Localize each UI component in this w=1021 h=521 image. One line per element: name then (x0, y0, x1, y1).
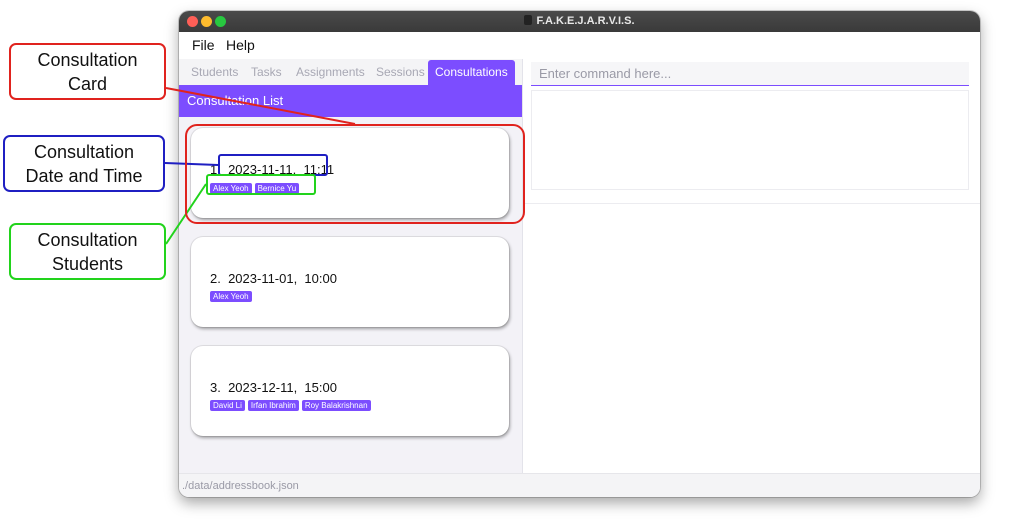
callout-line: Students (51, 253, 124, 274)
consultation-students-callout: Consultation Students (9, 223, 166, 280)
consultation-datetime: 3. 2023-12-11, 15:00 (210, 380, 337, 395)
student-tag: David Li (210, 400, 245, 411)
title-bar: F.A.K.E.J.A.R.V.I.S. (179, 11, 980, 32)
student-tags: Alex Yeoh (210, 286, 255, 304)
app-window: F.A.K.E.J.A.R.V.I.S. File Help Students … (179, 11, 980, 497)
tab-bar: Students Tasks Assignments Sessions Cons… (179, 59, 522, 85)
student-tag: Roy Balakrishnan (301, 400, 371, 411)
tab-tasks[interactable]: Tasks (251, 65, 282, 79)
callout-line: Consultation (37, 229, 138, 250)
tab-assignments[interactable]: Assignments (296, 65, 365, 79)
menu-file[interactable]: File (192, 37, 215, 53)
students-highlight-box (206, 174, 316, 195)
consultation-card[interactable]: 2. 2023-11-01, 10:00 Alex Yeoh (191, 237, 509, 327)
window-title: F.A.K.E.J.A.R.V.I.S. (536, 15, 635, 27)
tab-sessions[interactable]: Sessions (376, 65, 425, 79)
status-bar: ./data/addressbook.json (179, 473, 980, 497)
consultation-datetime-callout: Consultation Date and Time (3, 135, 165, 192)
student-tags: David Li Irfan Ibrahim Roy Balakrishnan (210, 395, 374, 413)
command-input[interactable] (531, 62, 969, 86)
callout-line: Consultation (37, 49, 138, 70)
callout-line: Card (67, 73, 107, 94)
tab-consultations[interactable]: Consultations (428, 60, 515, 85)
consultation-card-callout: Consultation Card (9, 43, 166, 100)
window-title-wrap: F.A.K.E.J.A.R.V.I.S. (179, 15, 980, 27)
consultation-list-header: Consultation List (179, 85, 522, 117)
panel-divider (522, 59, 523, 473)
save-location: ./data/addressbook.json (182, 480, 299, 492)
datetime-highlight-box (218, 154, 328, 176)
tab-students[interactable]: Students (191, 65, 238, 79)
menu-help[interactable]: Help (226, 37, 255, 53)
consultation-card[interactable]: 3. 2023-12-11, 15:00 David Li Irfan Ibrah… (191, 346, 509, 436)
consultation-datetime: 2. 2023-11-01, 10:00 (210, 271, 337, 286)
callout-line: Date and Time (25, 165, 143, 186)
app-icon (524, 15, 533, 25)
callout-line: Consultation (33, 141, 135, 162)
result-display (531, 90, 969, 190)
student-tag: Irfan Ibrahim (247, 400, 299, 411)
student-tag: Alex Yeoh (210, 291, 252, 302)
menu-bar: File Help (179, 32, 980, 59)
result-divider (523, 203, 980, 204)
